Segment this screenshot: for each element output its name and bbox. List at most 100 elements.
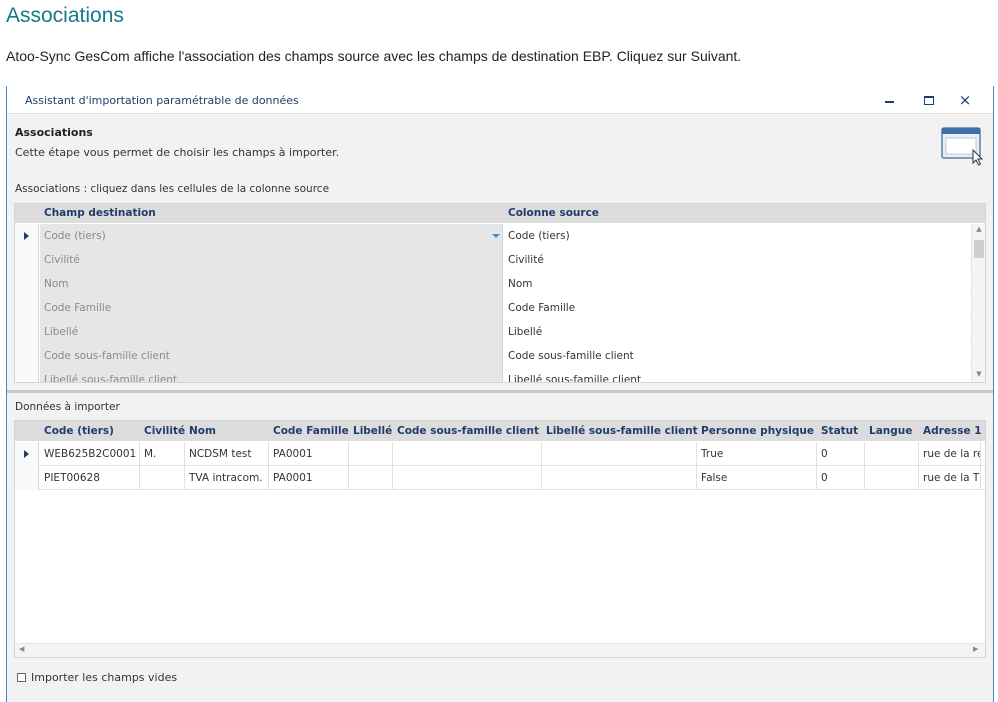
data-column-header[interactable]: Libellé sous-famille client: [546, 425, 698, 437]
data-column-header[interactable]: Code sous-famille client: [397, 425, 539, 437]
data-label: Données à importer: [15, 401, 120, 413]
data-grid: Code (tiers) Civilité Nom Code Famille Libel…: [14, 420, 986, 658]
data-cell[interactable]: NCDSM test: [185, 442, 269, 466]
doc-title: Associations: [6, 4, 124, 27]
import-empty-checkbox[interactable]: [17, 672, 26, 682]
row-selector[interactable]: [15, 320, 39, 344]
destination-field-cell: Libellé: [40, 320, 503, 344]
data-horizontal-scrollbar[interactable]: ◀ ▶: [15, 643, 985, 657]
data-cell[interactable]: PA0001: [269, 466, 349, 490]
scroll-thumb[interactable]: [974, 240, 984, 258]
minimize-button[interactable]: [877, 89, 901, 111]
data-cell[interactable]: [140, 466, 185, 490]
destination-field-cell: Nom: [40, 272, 503, 296]
data-cell[interactable]: 0: [817, 442, 865, 466]
data-cell[interactable]: [349, 466, 393, 490]
import-wizard-window: Assistant d'importation paramétrable de …: [6, 86, 994, 702]
source-column-cell[interactable]: Code sous-famille client: [504, 344, 970, 368]
associations-vertical-scrollbar[interactable]: ▲ ▼: [971, 224, 985, 382]
maximize-button[interactable]: [917, 89, 941, 111]
data-cell[interactable]: PA0001: [269, 442, 349, 466]
chevron-down-icon[interactable]: [492, 234, 500, 238]
source-column-cell[interactable]: Nom: [504, 272, 970, 296]
source-column-cell[interactable]: Libellé: [504, 320, 970, 344]
data-cell[interactable]: [865, 466, 919, 490]
data-cell[interactable]: False: [697, 466, 817, 490]
destination-field-cell: Code sous-famille client: [40, 344, 503, 368]
destination-field-cell: Code (tiers): [40, 224, 503, 248]
row-selector[interactable]: [15, 466, 39, 490]
minimize-icon: [884, 101, 894, 103]
window-titlebar: Assistant d'importation paramétrable de …: [7, 86, 993, 114]
data-cell[interactable]: PIET00628: [40, 466, 140, 490]
import-empty-label: Importer les champs vides: [31, 671, 178, 684]
association-row[interactable]: Code sous-famille client Code sous-famill…: [15, 344, 971, 368]
row-selector[interactable]: [15, 442, 39, 466]
data-cell[interactable]: 0: [817, 466, 865, 490]
data-cell[interactable]: [349, 442, 393, 466]
destination-field-cell: Libellé sous-famille client: [40, 368, 503, 382]
doc-intro: Atoo-Sync GesCom affiche l'association d…: [6, 48, 742, 64]
data-column-header[interactable]: Adresse 1: [923, 425, 982, 437]
current-row-icon: [24, 450, 29, 458]
scroll-down-icon[interactable]: ▼: [972, 370, 985, 378]
association-row[interactable]: Nom Nom: [15, 272, 971, 296]
step-title: Associations: [15, 126, 93, 139]
data-cell[interactable]: M.: [140, 442, 185, 466]
data-row[interactable]: WEB625B2C0001 M. NCDSM test PA0001 True 0 rue …: [15, 442, 985, 466]
scroll-up-icon[interactable]: ▲: [972, 225, 985, 233]
data-column-header[interactable]: Statut: [821, 425, 858, 437]
data-grid-header: Code (tiers) Civilité Nom Code Famille Libel…: [15, 421, 985, 441]
data-cell[interactable]: WEB625B2C0001: [40, 442, 140, 466]
association-row[interactable]: Civilité Civilité: [15, 248, 971, 272]
destination-field-cell: Code Famille: [40, 296, 503, 320]
data-column-header[interactable]: Langue: [869, 425, 912, 437]
data-cell[interactable]: rue de la T: [919, 466, 981, 490]
row-selector[interactable]: [15, 272, 39, 296]
associations-grid: Champ destination Colonne source Code (t…: [14, 203, 986, 383]
associations-label: Associations : cliquez dans les cellules…: [15, 183, 330, 195]
source-column-cell[interactable]: Libellé sous-famille client: [504, 368, 970, 382]
data-cell[interactable]: [865, 442, 919, 466]
maximize-icon: [924, 95, 934, 105]
import-empty-option[interactable]: Importer les champs vides: [17, 671, 177, 684]
data-cell[interactable]: rue de la re: [919, 442, 981, 466]
splitter[interactable]: [7, 390, 993, 393]
data-cell[interactable]: [393, 466, 542, 490]
data-column-header[interactable]: Personne physique: [701, 425, 814, 437]
step-description: Cette étape vous permet de choisir les c…: [15, 146, 340, 159]
data-row[interactable]: PIET00628 TVA intracom. PA0001 False 0 rue de…: [15, 466, 985, 490]
data-cell[interactable]: TVA intracom.: [185, 466, 269, 490]
window-title: Assistant d'importation paramétrable de …: [25, 94, 299, 107]
row-selector[interactable]: [15, 368, 39, 382]
data-column-header[interactable]: Code (tiers): [44, 425, 114, 437]
data-cell[interactable]: [542, 442, 697, 466]
column-header-destination[interactable]: Champ destination: [44, 207, 156, 219]
association-row[interactable]: Code Famille Code Famille: [15, 296, 971, 320]
data-column-header[interactable]: Libellé: [353, 425, 392, 437]
row-selector[interactable]: [15, 296, 39, 320]
associations-header: Champ destination Colonne source: [15, 204, 985, 223]
association-row[interactable]: Code (tiers) Code (tiers): [15, 224, 971, 248]
column-header-source[interactable]: Colonne source: [508, 207, 599, 219]
row-selector[interactable]: [15, 344, 39, 368]
data-cell[interactable]: [542, 466, 697, 490]
scroll-right-icon[interactable]: ▶: [973, 645, 978, 653]
step-header: Associations Cette étape vous permet de …: [7, 114, 993, 174]
data-column-header[interactable]: Civilité: [144, 425, 185, 437]
source-column-cell[interactable]: Civilité: [504, 248, 970, 272]
scroll-left-icon[interactable]: ◀: [19, 645, 24, 653]
data-column-header[interactable]: Code Famille: [273, 425, 349, 437]
source-column-cell[interactable]: Code (tiers): [504, 224, 970, 248]
association-row[interactable]: Libellé sous-famille client Libellé sous-…: [15, 368, 971, 382]
window-cursor-icon: [941, 127, 984, 166]
row-selector[interactable]: [15, 224, 39, 248]
close-button[interactable]: ×: [953, 89, 977, 111]
data-cell[interactable]: True: [697, 442, 817, 466]
current-row-icon: [24, 232, 29, 240]
association-row[interactable]: Libellé Libellé: [15, 320, 971, 344]
source-column-cell[interactable]: Code Famille: [504, 296, 970, 320]
data-column-header[interactable]: Nom: [189, 425, 216, 437]
data-cell[interactable]: [393, 442, 542, 466]
row-selector[interactable]: [15, 248, 39, 272]
